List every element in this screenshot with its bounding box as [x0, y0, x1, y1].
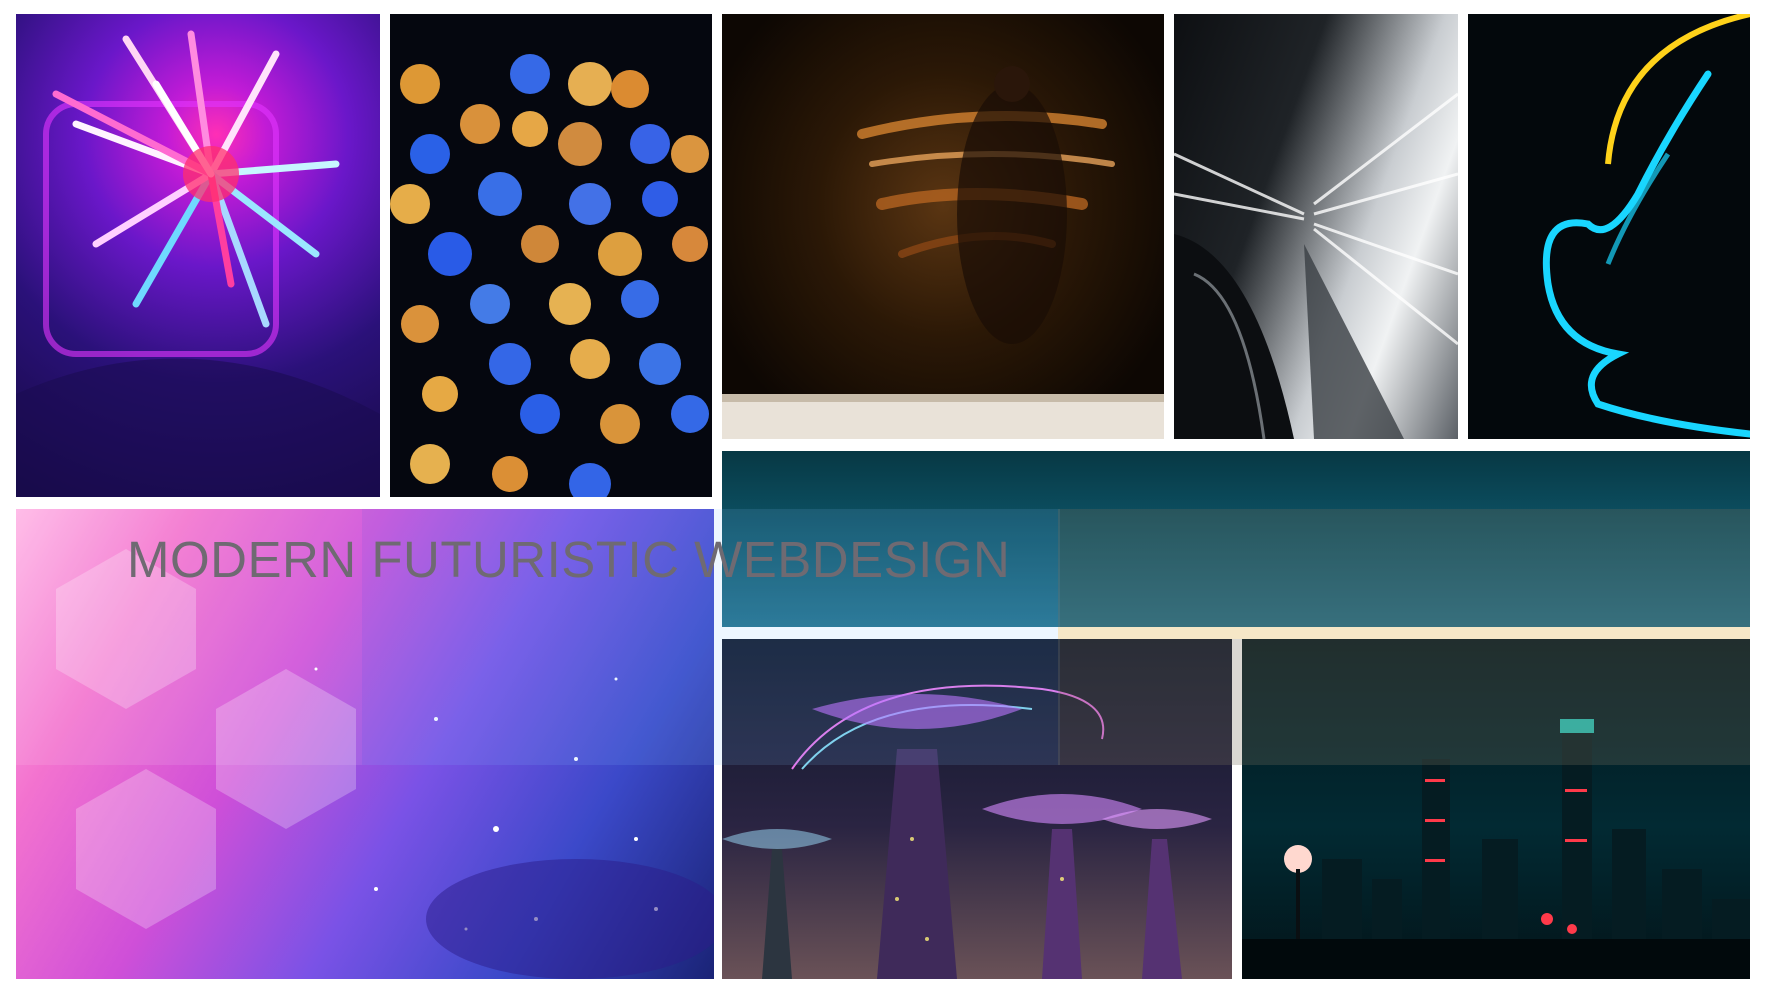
- neon-guitar-image: [1468, 14, 1750, 439]
- night-city-skyline-image: [1242, 639, 1750, 979]
- page-title: MODERN FUTURISTIC WEBDESIGN: [127, 531, 1011, 588]
- motion-blur-dancer-image: [722, 14, 1164, 439]
- bokeh-lights-image: [390, 14, 712, 497]
- neon-starburst-image: [16, 14, 380, 497]
- overlay-band: [1058, 627, 1750, 639]
- car-tunnel-speed-image: [1174, 14, 1458, 439]
- supertree-grove-image: [722, 639, 1232, 979]
